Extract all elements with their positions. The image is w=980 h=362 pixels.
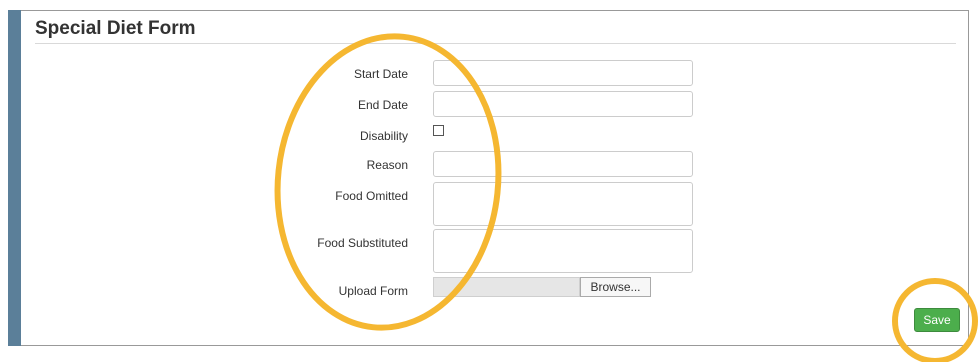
end-date-input[interactable] [433, 91, 693, 117]
start-date-label: Start Date [353, 67, 408, 81]
upload-file-input[interactable] [433, 277, 580, 297]
food-substituted-label: Food Substituted [317, 236, 408, 250]
page-title: Special Diet Form [35, 18, 196, 39]
reason-label: Reason [366, 158, 408, 172]
food-omitted-textarea[interactable] [433, 182, 693, 226]
start-date-input[interactable] [433, 60, 693, 86]
end-date-label: End Date [357, 98, 408, 112]
reason-input[interactable] [433, 151, 693, 177]
upload-form-label: Upload Form [338, 284, 408, 298]
save-button[interactable]: Save [914, 308, 960, 332]
disability-checkbox[interactable] [433, 125, 444, 136]
side-accent-bar [8, 10, 21, 346]
food-substituted-textarea[interactable] [433, 229, 693, 273]
browse-button[interactable]: Browse... [580, 277, 651, 297]
disability-label: Disability [359, 129, 408, 143]
title-divider [35, 43, 956, 44]
food-omitted-label: Food Omitted [335, 189, 408, 203]
